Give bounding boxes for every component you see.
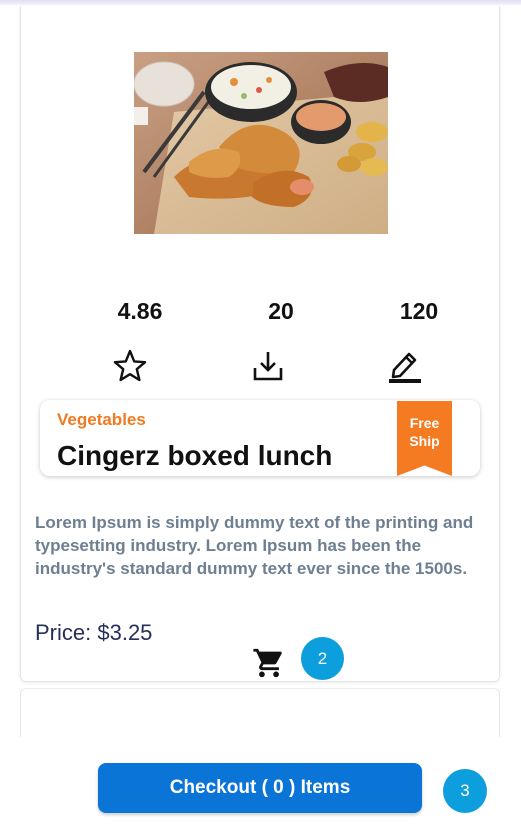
product-title: Cingerz boxed lunch [57, 440, 333, 471]
checkout-button[interactable]: Checkout ( 0 ) Items [98, 763, 422, 813]
price-label: Price: [35, 620, 98, 645]
rating-value: 4.86 [117, 298, 163, 324]
price-value: $3.25 [97, 620, 153, 645]
add-to-cart-icon[interactable] [252, 646, 286, 680]
product-image [134, 52, 388, 234]
cart-count-badge: 2 [301, 637, 344, 680]
top-bar [0, 0, 521, 5]
page-badge: 3 [443, 769, 487, 813]
free-ship-ribbon: Free Ship [397, 401, 452, 476]
product-price: Price: $3.25 [35, 620, 152, 646]
product-photo [134, 52, 388, 234]
download-icon[interactable] [251, 348, 285, 384]
downloads-count: 20 [268, 298, 294, 324]
ribbon-line-2: Ship [409, 433, 440, 449]
ribbon-line-1: Free [409, 415, 440, 431]
product-description: Lorem Ipsum is simply dummy text of the … [35, 513, 474, 578]
edit-icon[interactable] [388, 348, 422, 384]
product-card: 4.86 20 120 Vegetables Cingerz boxed lun… [20, 6, 500, 682]
edits-count: 120 [399, 298, 439, 324]
product-category: Vegetables [57, 410, 146, 429]
star-icon[interactable] [113, 348, 147, 384]
product-info-box: Vegetables Cingerz boxed lunch Free Ship [40, 400, 480, 476]
